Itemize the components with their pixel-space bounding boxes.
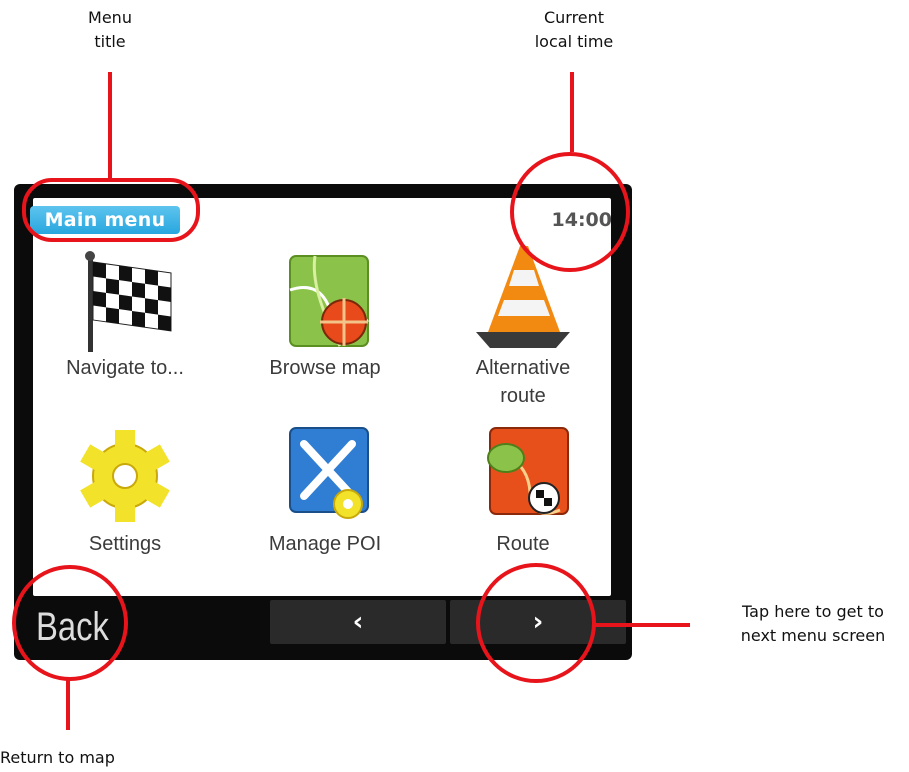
annotation-overlay <box>12 72 690 730</box>
next-highlight <box>476 563 596 683</box>
time-highlight <box>510 152 630 272</box>
back-highlight <box>12 565 128 681</box>
menu-title-highlight <box>22 178 200 242</box>
